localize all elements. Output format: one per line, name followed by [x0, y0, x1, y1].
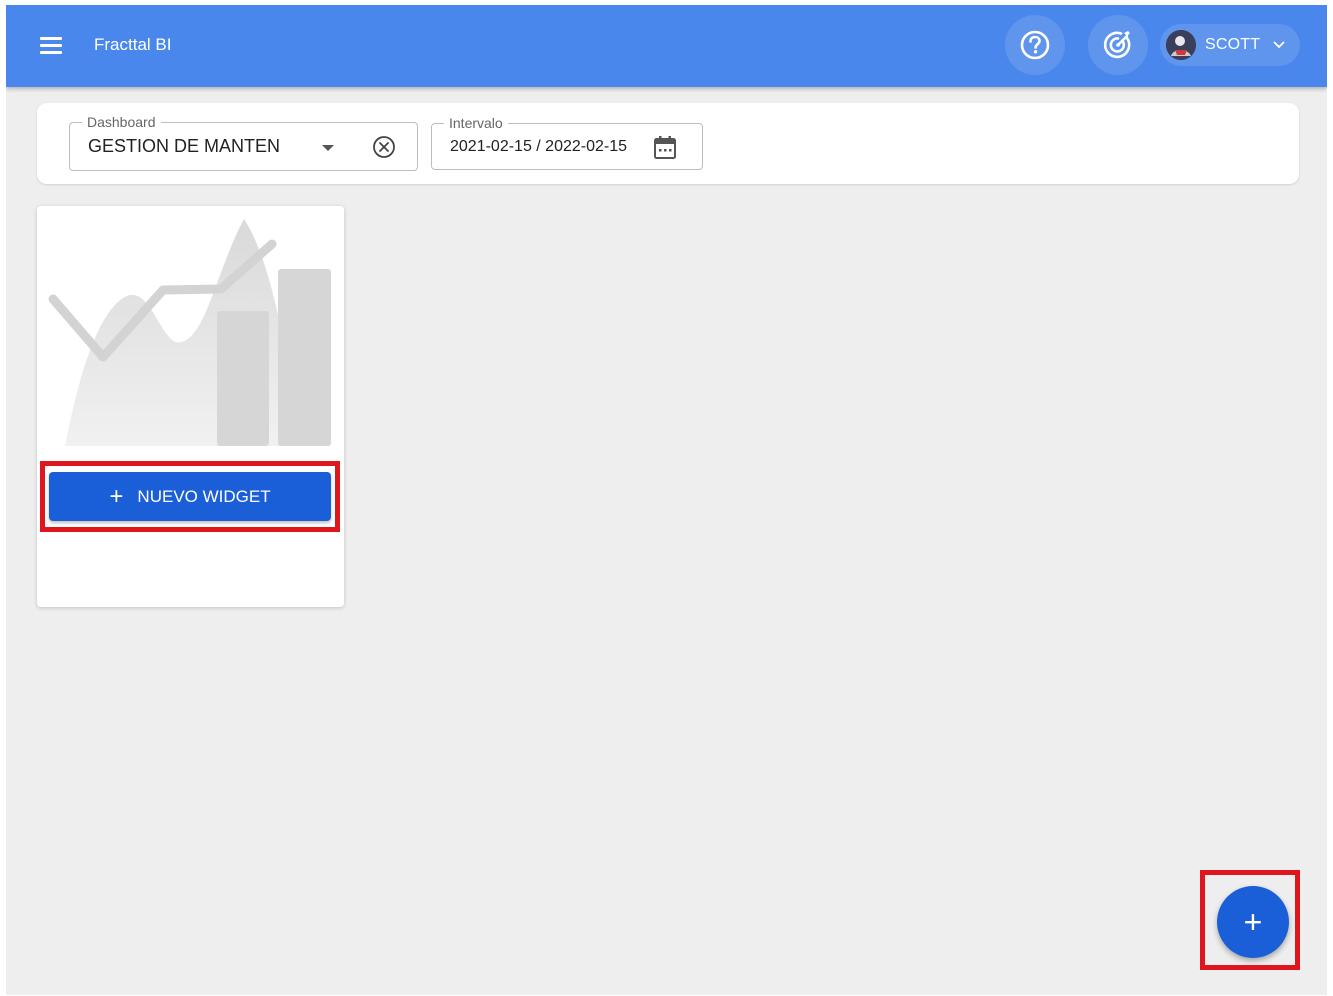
help-circle-icon [1020, 30, 1050, 60]
dropdown-caret-icon[interactable] [322, 145, 334, 151]
interval-label: Intervalo [444, 115, 508, 131]
target-button[interactable] [1088, 15, 1148, 75]
user-name: SCOTT [1205, 36, 1261, 53]
chart-placeholder-icon [48, 219, 331, 446]
interval-value: 2021-02-15 / 2022-02-15 [450, 138, 628, 155]
top-app-bar: Fracttal BI SCOTT [6, 5, 1327, 87]
dashboard-select[interactable]: Dashboard GESTION DE MANTEN [69, 114, 418, 171]
dashboard-label: Dashboard [82, 114, 161, 130]
dashboard-value: GESTION DE MANTEN [88, 136, 281, 156]
clear-icon[interactable] [372, 135, 396, 159]
filter-bar: Dashboard GESTION DE MANTEN Intervalo 20… [37, 103, 1299, 184]
highlight-box-fab [1200, 870, 1300, 970]
target-icon [1103, 31, 1131, 59]
widget-card: + NUEVO WIDGET [37, 206, 344, 607]
app-frame: Fracttal BI SCOTT Dashboard GESTION DE M… [6, 5, 1327, 995]
hamburger-menu-icon[interactable] [36, 32, 66, 58]
help-button[interactable] [1005, 15, 1065, 75]
highlight-box-new-widget [40, 461, 340, 532]
calendar-icon[interactable] [653, 134, 677, 160]
app-title: Fracttal BI [94, 35, 172, 54]
user-menu[interactable]: SCOTT [1160, 24, 1300, 66]
avatar [1166, 30, 1196, 60]
chevron-down-icon [1273, 41, 1285, 49]
interval-field[interactable]: Intervalo 2021-02-15 / 2022-02-15 [431, 115, 703, 170]
